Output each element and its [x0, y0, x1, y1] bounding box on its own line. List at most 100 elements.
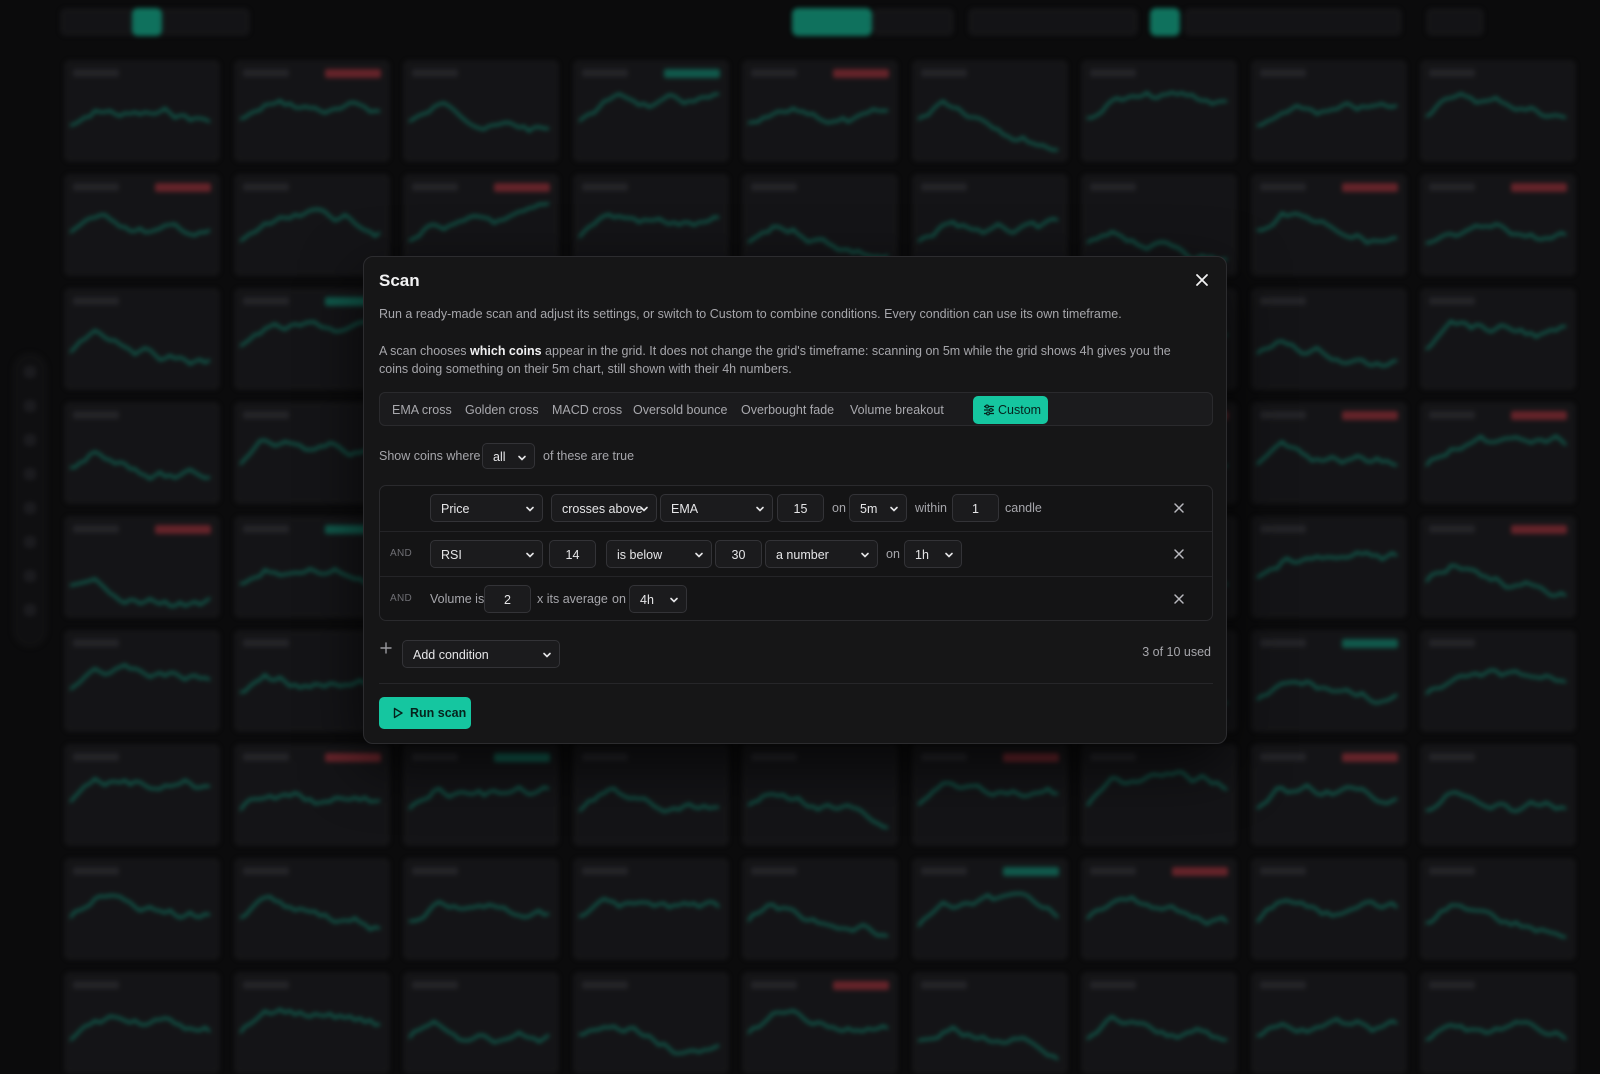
coin-symbol — [73, 639, 119, 647]
sparkline-path — [1256, 440, 1397, 467]
sparkline — [917, 892, 1059, 928]
sparkline-path — [1426, 222, 1567, 245]
toolbar-item — [1184, 8, 1402, 36]
coin-symbol — [1090, 867, 1136, 875]
condition-source-select[interactable]: Price — [430, 494, 543, 522]
change-badge — [833, 69, 889, 78]
coin-tile — [911, 858, 1068, 960]
sidebar-icon — [24, 570, 36, 582]
remove-condition-icon[interactable] — [1173, 548, 1185, 560]
and-joiner: AND — [390, 548, 413, 559]
close-icon — [1196, 274, 1208, 286]
coin-tile — [742, 744, 898, 846]
rsi-threshold-input[interactable]: 30 — [715, 540, 762, 568]
sparkline — [1426, 434, 1567, 467]
sparkline — [239, 895, 380, 931]
select-value: Add condition — [413, 648, 489, 662]
toolbar-item — [872, 8, 954, 36]
coin-symbol — [1259, 981, 1306, 989]
coin-symbol — [242, 525, 289, 533]
condition-source-select[interactable]: RSI — [430, 540, 543, 568]
preset-overbought-fade[interactable]: Overbought fade — [741, 403, 834, 417]
chevron-down-icon — [945, 552, 953, 558]
coin-tile — [1420, 174, 1576, 276]
condition-timeframe-select[interactable]: 4h — [629, 585, 687, 613]
sparkline — [1256, 211, 1397, 245]
change-badge — [1511, 525, 1567, 534]
condition-operator-select[interactable]: crosses above — [551, 494, 657, 522]
coin-symbol — [242, 411, 289, 419]
note-text-1: A scan chooses — [379, 344, 471, 358]
preset-custom[interactable]: Custom — [973, 396, 1048, 424]
remove-condition-icon[interactable] — [1173, 593, 1185, 605]
on-label: on — [886, 547, 900, 561]
coin-symbol — [751, 69, 797, 77]
condition-operator-select[interactable]: is below — [606, 540, 712, 568]
condition-timeframe-select[interactable]: 5m — [849, 494, 907, 522]
condition-timeframe-select[interactable]: 1h — [904, 540, 962, 568]
remove-condition-icon[interactable] — [1173, 502, 1185, 514]
sparkline — [70, 777, 211, 803]
divider — [379, 683, 1213, 684]
change-badge — [1172, 867, 1228, 876]
and-joiner: AND — [390, 593, 413, 604]
sparkline-path — [748, 903, 889, 938]
coin-symbol — [1429, 297, 1475, 305]
within-candles-input[interactable]: 1 — [952, 494, 999, 522]
condition-compare-select[interactable]: a number — [765, 540, 878, 568]
sparkline — [748, 106, 889, 125]
coin-symbol — [920, 981, 967, 989]
coin-tile — [1250, 402, 1407, 504]
coin-symbol — [73, 411, 119, 419]
sparkline-path — [917, 781, 1058, 806]
sparkline-path — [1087, 770, 1228, 807]
coin-symbol — [920, 69, 967, 77]
conditions-list: Price crosses above EMA 15 on 5m within … — [379, 485, 1213, 621]
ema-period-input[interactable]: 15 — [777, 494, 824, 522]
preset-volume-breakout[interactable]: Volume breakout — [850, 403, 944, 417]
coin-symbol — [920, 867, 967, 875]
coin-tile — [742, 60, 898, 162]
coin-tile — [572, 858, 729, 960]
sparkline-path — [578, 92, 719, 123]
sparkline-path — [748, 1009, 889, 1035]
coin-symbol — [581, 753, 628, 761]
preset-golden-cross[interactable]: Golden cross — [465, 403, 539, 417]
change-badge — [324, 753, 381, 762]
sparkline — [748, 792, 889, 829]
sparkline — [239, 438, 381, 466]
preset-ema-cross[interactable]: EMA cross — [392, 403, 452, 417]
coin-tile — [742, 972, 898, 1074]
preset-oversold-bounce[interactable]: Oversold bounce — [633, 403, 728, 417]
change-badge — [494, 183, 550, 192]
add-condition-select[interactable]: Add condition — [402, 640, 560, 668]
coin-symbol — [581, 867, 628, 875]
sparkline — [1256, 440, 1397, 467]
sparkline-path — [917, 99, 1058, 152]
coin-tile — [64, 60, 220, 162]
condition-target-select[interactable]: EMA — [660, 494, 773, 522]
coin-symbol — [751, 753, 797, 761]
match-mode-select[interactable]: all — [482, 443, 535, 469]
sparkline-path — [239, 567, 380, 587]
coin-tile — [1250, 858, 1407, 960]
preset-macd-cross[interactable]: MACD cross — [552, 403, 622, 417]
sparkline-path — [1256, 1017, 1397, 1037]
sparkline-path — [1256, 550, 1398, 579]
rsi-period-input[interactable]: 14 — [549, 540, 596, 568]
coin-symbol — [1259, 639, 1306, 647]
sparkline-path — [239, 438, 381, 466]
coin-tile — [911, 60, 1068, 162]
sparkline-path — [1256, 339, 1397, 368]
coin-tile — [1250, 60, 1407, 162]
sparkline — [1426, 319, 1567, 351]
coin-symbol — [73, 867, 119, 875]
change-badge — [155, 525, 211, 534]
run-scan-button[interactable]: Run scan — [379, 697, 471, 729]
volume-multiple-input[interactable]: 2 — [484, 585, 531, 613]
run-scan-label: Run scan — [410, 706, 467, 720]
sparkline — [1256, 101, 1397, 127]
coin-tile — [64, 402, 220, 504]
sparkline — [578, 897, 720, 918]
close-button[interactable] — [1192, 270, 1212, 290]
